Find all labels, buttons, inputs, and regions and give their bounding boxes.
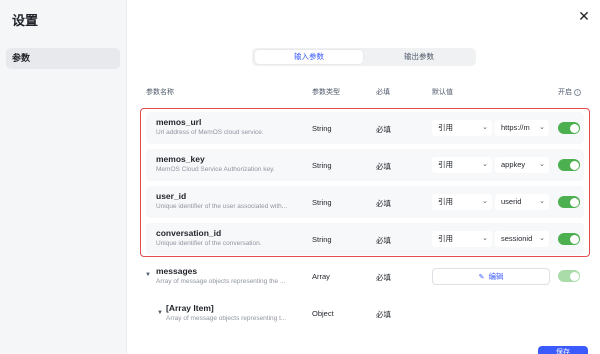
settings-title: 设置	[12, 13, 39, 28]
toggle-knob	[569, 123, 579, 133]
param-required: 必填	[376, 162, 391, 171]
caret-down-icon[interactable]: ▼	[157, 310, 163, 316]
chevron-down-icon: ⌄	[539, 161, 545, 168]
enable-toggle[interactable]	[558, 196, 580, 208]
tab-input-params[interactable]: 输入参数	[255, 50, 363, 64]
caret-down-icon[interactable]: ▼	[145, 272, 151, 278]
sidebar: 设置 参数	[0, 0, 127, 354]
edit-button[interactable]: ✎ 编辑	[432, 268, 550, 285]
chevron-down-icon: ⌄	[482, 198, 488, 205]
param-required: 必填	[376, 199, 391, 208]
reference-select[interactable]: 引用 ⌄	[432, 231, 492, 247]
param-name: messages	[156, 266, 198, 276]
value-select[interactable]: userid ⌄	[495, 194, 549, 210]
header-name: 参数名称	[146, 89, 174, 96]
param-description: Unique identifier of the conversation.	[156, 240, 262, 247]
value-select-value: https://m	[501, 123, 530, 132]
param-description: Url address of MemOS cloud service.	[156, 129, 264, 136]
edit-icon: ✎	[478, 274, 485, 281]
header-required: 必填	[376, 89, 390, 96]
param-name: conversation_id	[156, 228, 222, 238]
reference-select-value: 引用	[438, 197, 453, 206]
param-required: 必填	[376, 273, 391, 282]
reference-select[interactable]: 引用 ⌄	[432, 120, 492, 136]
reference-select[interactable]: 引用 ⌄	[432, 194, 492, 210]
edit-button-label: 编辑	[488, 272, 504, 281]
param-type: String	[312, 235, 332, 244]
reference-select-value: 引用	[438, 234, 453, 243]
tab-output-params[interactable]: 输出参数	[365, 50, 473, 64]
enable-toggle[interactable]	[558, 233, 580, 245]
enable-toggle[interactable]	[558, 159, 580, 171]
header-enabled-label: 开启	[558, 89, 572, 96]
param-tabs: 输入参数 输出参数	[252, 48, 476, 66]
param-description: Array of message objects representing th…	[156, 278, 286, 285]
param-description: Unique identifier of the user associated…	[156, 203, 288, 210]
param-description: Array of message objects representing t.…	[166, 315, 287, 322]
header-default: 默认值	[432, 89, 453, 96]
param-type: String	[312, 124, 332, 133]
chevron-down-icon: ⌄	[482, 161, 488, 168]
param-name: user_id	[156, 191, 187, 201]
toggle-knob	[569, 160, 579, 170]
close-icon[interactable]: ✕	[576, 8, 592, 24]
value-select-value: appkey	[501, 160, 526, 169]
param-name: memos_url	[156, 117, 202, 127]
param-name: [Array Item]	[166, 303, 214, 313]
header-type: 参数类型	[312, 89, 340, 96]
param-description: MemOS Cloud Service Authorization key.	[156, 166, 275, 173]
enable-toggle[interactable]	[558, 270, 580, 282]
value-select-value: sessionid	[501, 234, 533, 243]
param-name: memos_key	[156, 154, 205, 164]
toggle-knob	[569, 271, 579, 281]
reference-select-value: 引用	[438, 160, 453, 169]
toggle-knob	[569, 197, 579, 207]
param-type: String	[312, 161, 332, 170]
chevron-down-icon: ⌄	[539, 198, 545, 205]
reference-select[interactable]: 引用 ⌄	[432, 157, 492, 173]
param-type: Array	[312, 272, 330, 281]
param-required: 必填	[376, 236, 391, 245]
param-required: 必填	[376, 125, 391, 134]
param-type: Object	[312, 309, 334, 318]
param-required: 必填	[376, 310, 391, 319]
value-select[interactable]: https://m ⌄	[495, 120, 549, 136]
value-select[interactable]: sessionid ⌄	[495, 231, 549, 247]
chevron-down-icon: ⌄	[539, 235, 545, 242]
param-type: String	[312, 198, 332, 207]
reference-select-value: 引用	[438, 123, 453, 132]
chevron-down-icon: ⌄	[482, 235, 488, 242]
chevron-down-icon: ⌄	[539, 124, 545, 131]
chevron-down-icon: ⌄	[482, 124, 488, 131]
save-button[interactable]: 保存	[538, 346, 588, 354]
info-icon[interactable]: i	[574, 88, 581, 96]
header-enabled: 开启 i	[558, 87, 581, 97]
enable-toggle[interactable]	[558, 122, 580, 134]
toggle-knob	[569, 234, 579, 244]
sidebar-item-params[interactable]: 参数	[6, 48, 120, 69]
value-select[interactable]: appkey ⌄	[495, 157, 549, 173]
value-select-value: userid	[501, 197, 522, 206]
